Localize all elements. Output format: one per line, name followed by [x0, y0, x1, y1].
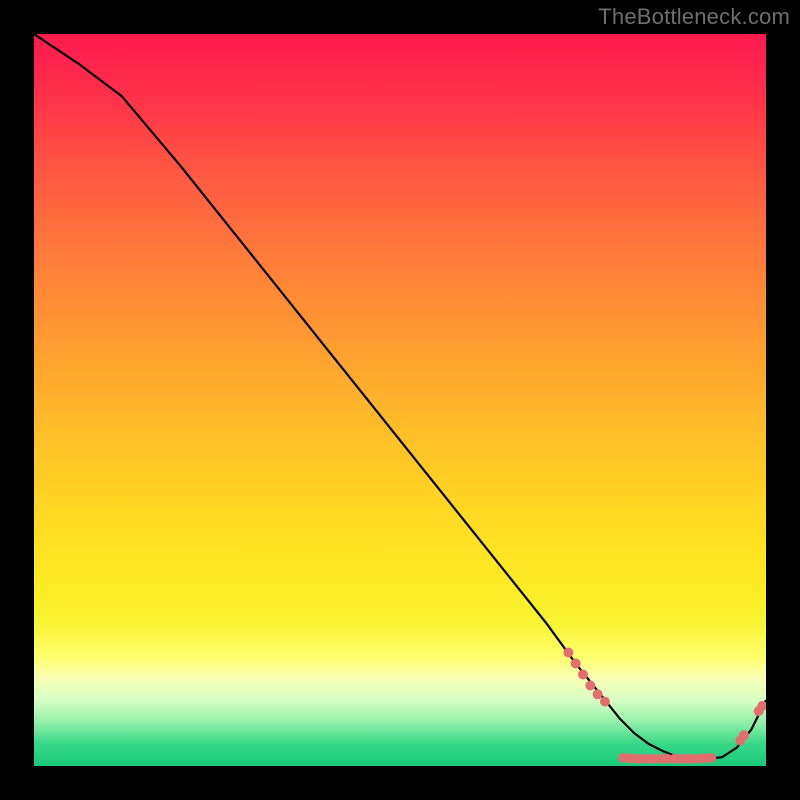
curve-markers — [563, 648, 766, 764]
plot-area — [34, 34, 766, 766]
bottleneck-curve — [34, 34, 766, 759]
watermark-text: TheBottleneck.com — [598, 4, 790, 30]
curve-marker — [739, 730, 749, 740]
curve-marker — [585, 681, 595, 691]
curve-marker — [593, 689, 603, 699]
curve-marker — [578, 670, 588, 680]
curve-marker — [600, 697, 610, 707]
chart-frame: TheBottleneck.com — [0, 0, 800, 800]
curve-marker — [571, 659, 581, 669]
curve-layer — [34, 34, 766, 766]
curve-marker — [563, 648, 573, 658]
curve-marker — [706, 753, 716, 763]
